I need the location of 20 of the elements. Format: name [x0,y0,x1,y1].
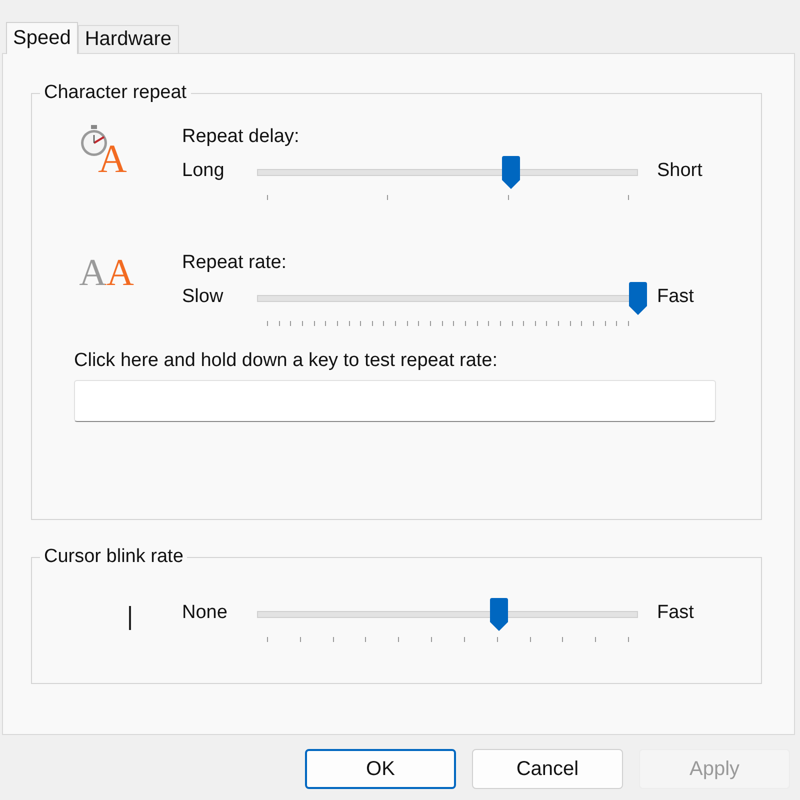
max-label: Short [657,160,702,182]
group-title: Cursor blink rate [43,546,184,568]
min-label: Long [182,160,226,182]
slider-label: Repeat rate: [182,252,288,275]
test-input-field[interactable] [74,380,716,422]
min-label: None [182,602,228,624]
max-label: Fast [657,602,694,624]
tab[interactable]: Hardware [78,25,179,53]
test-label: Click here and hold down a key to test repeat rate: [74,350,499,372]
text-cursor-icon [128,606,132,630]
min-label: Slow [182,286,224,308]
group-title: Character repeat [43,82,188,104]
slider-thumb[interactable] [628,282,648,316]
max-label: Fast [657,286,694,308]
slider-label: Repeat delay: [182,126,300,149]
dialog-button[interactable]: OK [305,749,456,789]
slider-thumb[interactable] [489,598,510,632]
slider-thumb[interactable] [501,156,522,190]
dialog-button[interactable]: Cancel [472,749,623,789]
tab[interactable]: Speed [6,22,78,54]
